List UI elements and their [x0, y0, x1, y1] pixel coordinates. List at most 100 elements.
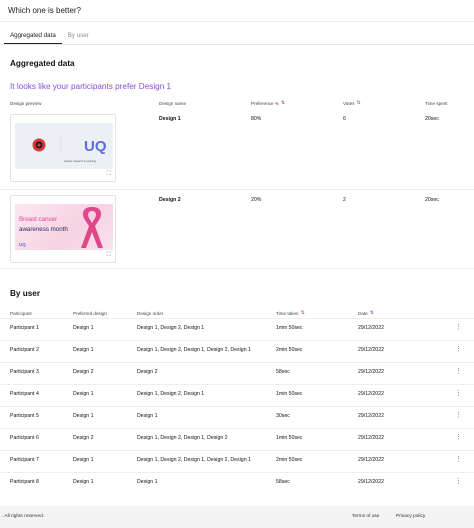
by-user-section-title: By user — [10, 289, 41, 298]
row-divider — [0, 450, 474, 451]
preferred-design: Design 1 — [73, 413, 94, 419]
row-divider — [0, 384, 474, 385]
response-date: 29/12/2022 — [358, 457, 384, 463]
section-divider — [0, 268, 474, 269]
time-taken: 58sec — [276, 479, 290, 485]
expand-icon[interactable]: ⛶ — [107, 252, 111, 259]
more-vertical-icon[interactable]: ⋮ — [455, 412, 462, 419]
preferred-design: Design 1 — [73, 391, 94, 397]
more-vertical-icon[interactable]: ⋮ — [455, 390, 462, 397]
time-taken: 1min 50sec — [276, 325, 303, 331]
design-name: Design 1 — [159, 116, 181, 122]
row-divider — [0, 362, 474, 363]
preference-headline: It looks like your participants prefer D… — [10, 82, 172, 91]
more-vertical-icon[interactable]: ⋮ — [455, 346, 462, 353]
time-taken: 58sec — [276, 369, 290, 375]
preferred-design: Design 1 — [73, 347, 94, 353]
footer: . All rights reserved. Terms of use Priv… — [0, 506, 474, 528]
copyright-text: . All rights reserved. — [2, 514, 45, 519]
column-header-label: Design order — [137, 311, 164, 316]
design-order: Design 2 — [137, 369, 158, 375]
time-taken: 2min 50sec — [276, 347, 303, 353]
preferred-design: Design 1 — [73, 479, 94, 485]
preference-percent: 20% — [251, 197, 262, 203]
row-divider — [0, 340, 474, 341]
column-header-preferred-design: Preferred design — [73, 311, 107, 316]
column-header-design-preview: Design preview — [10, 101, 41, 106]
time-spent: 20sec — [425, 116, 439, 122]
sort-icon[interactable]: ⇅ — [370, 311, 374, 316]
design-2-headline-line2: awareness month — [19, 226, 68, 233]
design-order: Design 1, Design 2, Design 1 — [137, 325, 205, 331]
column-header-label: Participant — [10, 311, 32, 316]
column-header-design-name: Design name — [159, 101, 186, 106]
design-order: Design 1 — [137, 479, 158, 485]
design-order: Design 1 — [137, 413, 158, 419]
sort-icon[interactable]: ⇅ — [281, 101, 285, 106]
time-spent: 20sec — [425, 197, 439, 203]
participant-name: Participant 4 — [10, 391, 39, 397]
response-date: 29/12/2022 — [358, 347, 384, 353]
column-header-votes[interactable]: Votes ⇅ — [343, 101, 361, 107]
time-taken: 30sec — [276, 413, 290, 419]
preferred-design: Design 2 — [73, 369, 94, 375]
response-date: 29/12/2022 — [358, 413, 384, 419]
response-date: 29/12/2022 — [358, 435, 384, 441]
column-header-time-taken[interactable]: Time taken ⇅ — [276, 311, 305, 317]
design-preview-card-2[interactable]: Breast cancer awareness month UQ ⛶ — [10, 195, 116, 263]
participant-name: Participant 6 — [10, 435, 39, 441]
design-order: Design 1, Design 2, Design 1 — [137, 391, 205, 397]
column-header-design-order: Design order — [137, 311, 163, 316]
time-taken: 1min 50sec — [276, 435, 303, 441]
tab-by-user[interactable]: By user — [62, 32, 95, 44]
design-1-artwork: UQ Cancer research is evolving — [32, 137, 107, 163]
more-vertical-icon[interactable]: ⋮ — [455, 324, 462, 331]
preferred-design: Design 1 — [73, 325, 94, 331]
row-divider — [0, 406, 474, 407]
column-header-preference[interactable]: Preference % ⇅ — [251, 101, 285, 107]
tab-aggregated-data[interactable]: Aggregated data — [4, 32, 62, 44]
response-date: 29/12/2022 — [358, 479, 384, 485]
vote-count: 2 — [343, 197, 346, 203]
expand-icon[interactable]: ⛶ — [107, 171, 111, 178]
response-date: 29/12/2022 — [358, 391, 384, 397]
page-title: Which one is better? — [8, 6, 81, 15]
time-taken: 1min 50sec — [276, 391, 303, 397]
terms-of-use-link[interactable]: Terms of use — [352, 514, 379, 519]
design-preview-card-1[interactable]: UQ Cancer research is evolving ⛶ — [10, 114, 116, 182]
design-order: Design 1, Design 2, Design 1, Design 2, … — [137, 457, 251, 463]
aggregated-section-title: Aggregated data — [10, 59, 75, 68]
participant-name: Participant 7 — [10, 457, 39, 463]
row-divider — [0, 428, 474, 429]
column-header-label: Time taken — [276, 311, 299, 316]
column-header-label: Date — [358, 311, 368, 316]
design-2-headline-line1: Breast cancer — [19, 216, 57, 223]
sort-icon[interactable]: ⇅ — [357, 101, 361, 106]
participant-name: Participant 3 — [10, 369, 39, 375]
row-divider — [0, 189, 474, 190]
design-order: Design 1, Design 2, Design 1, Design 2, … — [137, 347, 251, 353]
preferred-design: Design 1 — [73, 457, 94, 463]
participant-name: Participant 2 — [10, 347, 39, 353]
row-divider — [0, 318, 474, 319]
more-vertical-icon[interactable]: ⋮ — [455, 456, 462, 463]
more-vertical-icon[interactable]: ⋮ — [455, 434, 462, 441]
pink-ribbon-icon — [81, 207, 103, 248]
more-vertical-icon[interactable]: ⋮ — [455, 368, 462, 375]
design-2-logo: UQ — [19, 242, 26, 247]
design-2-thumbnail: Breast cancer awareness month UQ — [15, 204, 113, 250]
column-header-label: Votes — [343, 101, 355, 106]
more-vertical-icon[interactable]: ⋮ — [455, 478, 462, 485]
design-1-logo: UQ — [84, 138, 107, 155]
sort-icon[interactable]: ⇅ — [301, 311, 305, 316]
participant-name: Participant 8 — [10, 479, 39, 485]
participant-name: Participant 1 — [10, 325, 39, 331]
vote-count: 6 — [343, 116, 346, 122]
column-header-label: Design preview — [10, 101, 42, 106]
column-header-date[interactable]: Date ⇅ — [358, 311, 374, 317]
time-taken: 2min 50sec — [276, 457, 303, 463]
privacy-policy-link[interactable]: Privacy policy — [396, 514, 425, 519]
preference-percent: 80% — [251, 116, 262, 122]
column-header-time-spent[interactable]: Time spent — [425, 101, 448, 106]
design-order: Design 1, Design 2, Design 1, Design 2 — [137, 435, 228, 441]
